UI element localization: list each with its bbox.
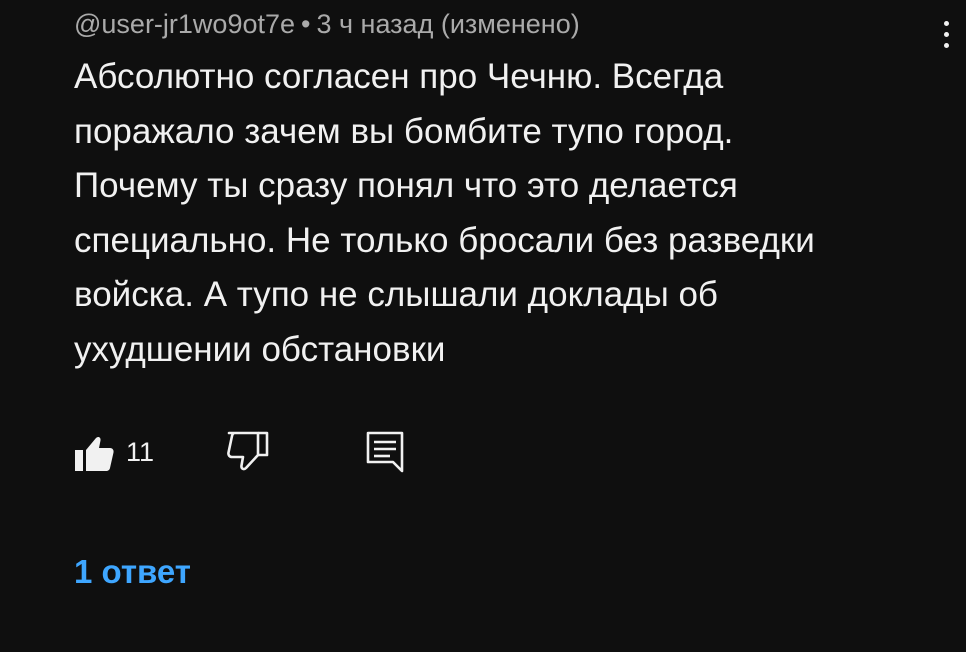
- vertical-ellipsis-icon: [943, 31, 949, 37]
- thumbs-down-outline-icon: [227, 431, 269, 471]
- view-replies-link[interactable]: 1 ответ: [74, 552, 191, 592]
- comment-author[interactable]: @user-jr1wo9ot7e: [74, 9, 295, 39]
- comment-reply-icon: [366, 431, 404, 473]
- comment-meta: @user-jr1wo9ot7e • 3 ч назад (изменено): [74, 6, 580, 42]
- dislike-button[interactable]: [224, 430, 272, 474]
- comment-text-line: войска. А тупо не слышали доклады об: [74, 275, 718, 314]
- comment-timestamp[interactable]: 3 ч назад (изменено): [316, 9, 579, 39]
- comment-text-line: Абсолютно согласен про Чечню. Всегда: [74, 57, 724, 96]
- comment-text-line: специально. Не только бросали без развед…: [74, 220, 815, 260]
- vertical-ellipsis-icon: [943, 42, 949, 48]
- thumbs-up-filled-icon: [75, 436, 114, 471]
- comment-text: Абсолютно согласен про Чечню. Всегда пор…: [74, 50, 934, 377]
- vertical-ellipsis-icon: [943, 20, 949, 26]
- comment-text-line: поражало зачем вы бомбите тупо город.: [74, 111, 734, 151]
- like-button[interactable]: [72, 430, 116, 474]
- comment: @user-jr1wo9ot7e • 3 ч назад (изменено) Аб…: [0, 0, 966, 652]
- like-count: 11: [126, 437, 155, 467]
- more-options-button[interactable]: [930, 10, 962, 58]
- meta-separator: •: [301, 9, 311, 39]
- comment-text-line: ухудшении обстановки: [74, 329, 446, 369]
- comment-text-line: Почему ты сразу понял что это делается: [74, 166, 738, 205]
- reply-button[interactable]: [364, 430, 408, 474]
